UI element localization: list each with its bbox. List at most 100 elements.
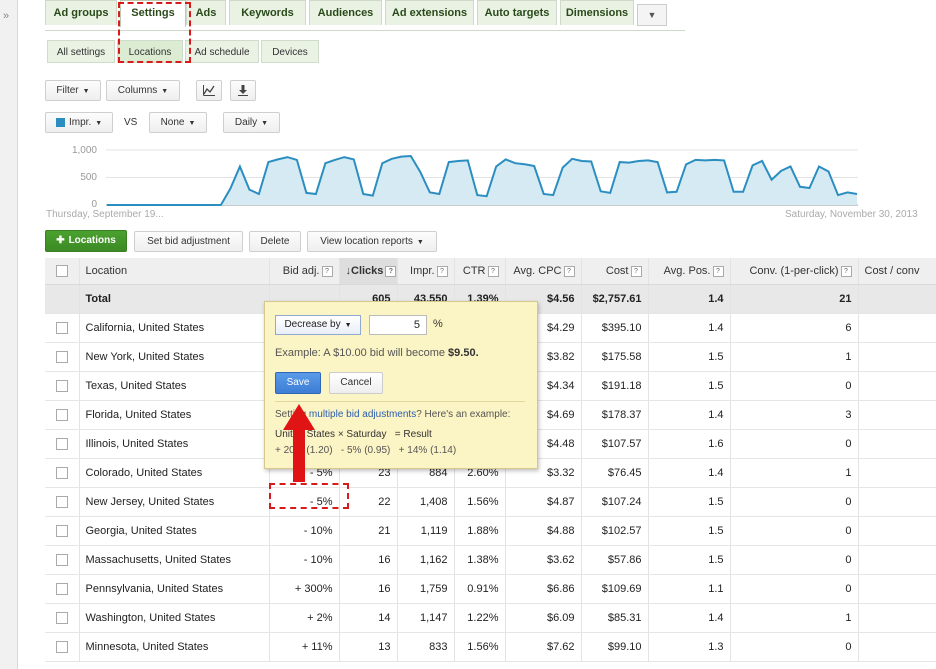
location-cell[interactable]: Pennsylvania, United States: [79, 574, 270, 604]
location-cell[interactable]: New Jersey, United States: [79, 487, 270, 517]
adjustment-mode-select[interactable]: Decrease by ▼: [275, 315, 361, 335]
help-icon[interactable]: ?: [840, 265, 852, 277]
ctr-cell: 1.22%: [454, 603, 506, 633]
row-checkbox[interactable]: [55, 641, 68, 654]
period-select[interactable]: Daily ▼: [223, 112, 280, 133]
total-cost-conv: [858, 284, 936, 314]
cost-cell: $57.86: [581, 545, 649, 575]
double-chevron-right-icon[interactable]: »: [3, 10, 9, 22]
conv-header-label: Conv. (1-per-click): [749, 265, 839, 277]
impr-header[interactable]: Impr.?: [397, 258, 455, 285]
tab-keywords[interactable]: Keywords: [229, 0, 306, 25]
bid-adj-highlight: [269, 483, 349, 509]
metric1-label: Impr.: [69, 117, 92, 128]
add-locations-label: Locations: [68, 235, 116, 246]
caret-down-icon: ▼: [261, 120, 269, 127]
row-checkbox[interactable]: [55, 409, 68, 422]
row-checkbox[interactable]: [55, 438, 68, 451]
avg-pos-cell: 1.4: [648, 603, 731, 633]
location-cell[interactable]: Washington, United States: [79, 603, 270, 633]
add-locations-button[interactable]: ✚ Locations: [45, 230, 127, 252]
cost-conv-cell: [858, 400, 936, 430]
caret-down-icon: ▼: [161, 88, 169, 95]
conv-header[interactable]: Conv. (1-per-click)?: [730, 258, 859, 285]
tab-dimensions[interactable]: Dimensions: [560, 0, 634, 25]
row-checkbox-cell: [45, 429, 80, 459]
table-row: Washington, United States + 2% 14 1,147 1.22…: [45, 603, 936, 633]
row-checkbox[interactable]: [55, 467, 68, 480]
ctr-cell: 1.56%: [454, 632, 506, 662]
metric1-select[interactable]: Impr. ▼: [45, 112, 113, 133]
view-location-reports-button[interactable]: View location reports ▼: [307, 231, 437, 252]
cost-header[interactable]: Cost?: [581, 258, 649, 285]
columns-button[interactable]: Columns ▼: [106, 80, 180, 101]
location-cell[interactable]: California, United States: [79, 313, 270, 343]
cancel-button[interactable]: Cancel: [329, 372, 383, 394]
avg-cpc-header[interactable]: Avg. CPC?: [505, 258, 582, 285]
location-cell[interactable]: Illinois, United States: [79, 429, 270, 459]
row-checkbox[interactable]: [55, 583, 68, 596]
avg-pos-cell: 1.3: [648, 632, 731, 662]
tab-ad-groups[interactable]: Ad groups: [45, 0, 117, 25]
avg-pos-header[interactable]: Avg. Pos.?: [648, 258, 731, 285]
ctr-cell: 0.91%: [454, 574, 506, 604]
row-checkbox[interactable]: [55, 351, 68, 364]
example-prefix: Example: A $10.00 bid will become: [275, 347, 449, 359]
set-bid-adjustment-button[interactable]: Set bid adjustment: [134, 231, 243, 252]
tab-ad-extensions[interactable]: Ad extensions: [385, 0, 474, 25]
row-checkbox[interactable]: [55, 380, 68, 393]
tab-ads[interactable]: Ads: [186, 0, 226, 25]
delete-button[interactable]: Delete: [249, 231, 301, 252]
tabs-more-dropdown[interactable]: ▼: [637, 4, 667, 26]
row-checkbox[interactable]: [55, 322, 68, 335]
location-cell[interactable]: Massachusetts, United States: [79, 545, 270, 575]
ctr-header[interactable]: CTR?: [454, 258, 506, 285]
help-icon[interactable]: ?: [712, 265, 724, 277]
toggle-graph-button[interactable]: [196, 80, 222, 101]
avg-pos-cell: 1.4: [648, 400, 731, 430]
filter-label: Filter: [56, 85, 79, 96]
select-all-checkbox[interactable]: [55, 265, 68, 278]
location-cell[interactable]: New York, United States: [79, 342, 270, 372]
cost-header-label: Cost: [605, 265, 629, 277]
location-cell[interactable]: Minnesota, United States: [79, 632, 270, 662]
location-cell[interactable]: Texas, United States: [79, 371, 270, 401]
tab-auto-targets[interactable]: Auto targets: [477, 0, 557, 25]
download-button[interactable]: [230, 80, 256, 101]
help-icon[interactable]: ?: [563, 265, 575, 277]
location-cell[interactable]: Colorado, United States: [79, 458, 270, 488]
location-header[interactable]: Location: [79, 258, 270, 285]
clicks-cell: 21: [339, 516, 398, 546]
filter-button[interactable]: Filter ▼: [45, 80, 101, 101]
metric2-select[interactable]: None ▼: [149, 112, 207, 133]
bid-adj-header-label: Bid adj.: [282, 265, 320, 277]
subtab-devices[interactable]: Devices: [261, 40, 319, 63]
clicks-cell: 16: [339, 574, 398, 604]
help-icon[interactable]: ?: [321, 265, 333, 277]
location-cell[interactable]: Georgia, United States: [79, 516, 270, 546]
save-button[interactable]: Save: [275, 372, 321, 394]
cost-conv-cell: [858, 574, 936, 604]
help-icon[interactable]: ?: [487, 265, 499, 277]
multiple-bid-adjustments-link[interactable]: multiple bid adjustments: [309, 409, 416, 420]
row-checkbox[interactable]: [55, 554, 68, 567]
avg-pos-header-label: Avg. Pos.: [663, 265, 711, 277]
bid-adj-header[interactable]: Bid adj.?: [269, 258, 340, 285]
row-checkbox[interactable]: [55, 496, 68, 509]
conv-cell: 0: [730, 516, 859, 546]
help-icon[interactable]: ?: [630, 265, 642, 277]
adjustment-value-input[interactable]: 5: [369, 315, 427, 335]
cost-conv-header[interactable]: Cost / conv: [858, 258, 936, 285]
subtab-all-settings[interactable]: All settings: [47, 40, 115, 63]
row-checkbox[interactable]: [55, 525, 68, 538]
help-icon[interactable]: ?: [385, 265, 396, 277]
row-checkbox-cell: [45, 313, 80, 343]
help-icon[interactable]: ?: [436, 265, 448, 277]
row-checkbox[interactable]: [55, 612, 68, 625]
location-cell[interactable]: Florida, United States: [79, 400, 270, 430]
tab-audiences[interactable]: Audiences: [309, 0, 382, 25]
clicks-header[interactable]: ↓ Clicks?: [339, 258, 398, 285]
subtab-ad-schedule[interactable]: Ad schedule: [185, 40, 259, 63]
ctr-cell: 1.88%: [454, 516, 506, 546]
avg-pos-cell: 1.5: [648, 342, 731, 372]
